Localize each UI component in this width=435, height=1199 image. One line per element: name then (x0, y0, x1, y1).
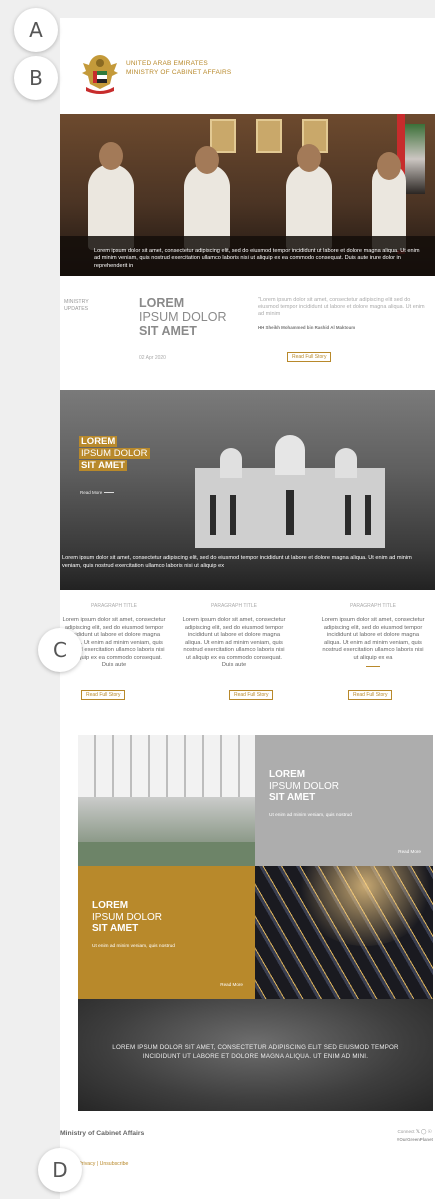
person-head (99, 142, 123, 170)
read-more-link[interactable]: Read More (80, 490, 114, 495)
flag (405, 124, 425, 194)
annotation-marker-d: D (38, 1148, 82, 1192)
updates-quote: "Lorem ipsum dolor sit amet, consectetur… (258, 297, 425, 317)
annotation-marker-c: C (38, 628, 82, 672)
feature-headline-line1: LOREM (79, 436, 118, 447)
tile-title-line3: SIT AMET (92, 923, 139, 934)
banner-image[interactable]: LOREM IPSUM DOLOR SIT AMET, CONSECTETUR … (78, 999, 433, 1111)
paragraph-column: PARAGRAPH TITLE Lorem ipsum dolor sit am… (321, 603, 425, 667)
updates-date: 02 Apr 2020 (139, 355, 166, 361)
window (230, 495, 236, 535)
read-full-story-button[interactable]: Read Full Story (81, 690, 126, 700)
feature-headline-line2: IPSUM DOLOR (79, 448, 150, 459)
updates-title-line2: IPSUM DOLOR (139, 310, 227, 324)
paragraph-title: PARAGRAPH TITLE (350, 603, 396, 609)
updates-title-line3: SIT AMET (139, 324, 197, 338)
email-page: UNITED ARAB EMIRATES MINISTRY OF CABINET… (60, 18, 435, 1199)
dome (220, 448, 242, 478)
hall-columns (78, 735, 255, 797)
tile-title-line3: SIT AMET (269, 792, 316, 803)
org-name-line1: UNITED ARAB EMIRATES (126, 60, 208, 67)
tile-title: LOREM IPSUM DOLOR SIT AMET (269, 769, 339, 804)
read-more-link[interactable]: Read More (398, 849, 421, 854)
window (210, 495, 216, 535)
wall-portrait (256, 119, 282, 153)
arrow-line-icon (103, 492, 114, 494)
sunlight-glow (295, 866, 433, 946)
hero-image[interactable]: Lorem ipsum dolor sit amet, consectetur … (60, 114, 435, 276)
updates-title-line1: LOREM (139, 296, 185, 310)
uae-emblem-icon (82, 55, 118, 94)
annotation-marker-b: B (14, 56, 58, 100)
window (365, 495, 371, 535)
read-full-story-button[interactable]: Read Full Story (229, 690, 274, 700)
footer-hashtag[interactable]: #OurGreenPlanet (397, 1137, 433, 1142)
connect-label: Connect (397, 1129, 415, 1134)
tile-title-line1: LOREM (269, 769, 306, 780)
paragraph-body: Lorem ipsum dolor sit amet, consectetur … (321, 617, 425, 661)
section-label-line1: MINISTRY (64, 299, 89, 305)
footer-ministry-name: Ministry of Cabinet Affairs (60, 1130, 145, 1137)
accent-underline (366, 666, 380, 667)
facebook-icon[interactable]: ☉ (428, 1129, 433, 1135)
paragraph-column: PARAGRAPH TITLE Lorem ipsum dolor sit am… (182, 603, 286, 670)
carpet (78, 842, 255, 866)
person-head (195, 146, 219, 174)
tile-subtitle: Ut enim ad minim veniam, quis nostrud (269, 813, 352, 818)
updates-title: LOREM IPSUM DOLOR SIT AMET (139, 296, 227, 338)
section-label-line2: UPDATES (64, 306, 89, 312)
org-name: UNITED ARAB EMIRATES MINISTRY OF CABINET… (126, 59, 231, 77)
gold-promo-tile[interactable]: LOREM IPSUM DOLOR SIT AMET Ut enim ad mi… (78, 866, 255, 999)
dome (335, 448, 357, 478)
read-more-link[interactable]: Read More (220, 982, 243, 987)
read-full-story-button[interactable]: Read Full Story (287, 352, 332, 362)
footer-connect: Connect 𝕏◯☉ (397, 1129, 433, 1135)
feature-headline-line3: SIT AMET (79, 460, 127, 471)
tile-title-line2: IPSUM DOLOR (92, 911, 163, 923)
paragraph-body: Lorem ipsum dolor sit amet, consectetur … (182, 617, 286, 668)
org-name-line2: MINISTRY OF CABINET AFFAIRS (126, 69, 232, 76)
window (286, 490, 294, 535)
grey-promo-tile[interactable]: LOREM IPSUM DOLOR SIT AMET Ut enim ad mi… (255, 735, 433, 866)
paragraph-title: PARAGRAPH TITLE (211, 603, 257, 609)
tile-title-line1: LOREM (92, 900, 129, 911)
tile-title-line2: IPSUM DOLOR (269, 780, 340, 792)
window (345, 495, 351, 535)
read-full-story-button[interactable]: Read Full Story (348, 690, 393, 700)
dome (275, 435, 305, 475)
read-more-label: Read More (80, 490, 103, 495)
feature-headline: LOREM IPSUM DOLOR SIT AMET (79, 436, 150, 472)
banner-text: LOREM IPSUM DOLOR SIT AMET, CONSECTETUR … (112, 1044, 399, 1060)
section-label: MINISTRY UPDATES (64, 299, 89, 313)
hero-caption: Lorem ipsum dolor sit amet, consectetur … (94, 247, 420, 269)
quote-author: HH Sheikh Mohammed bin Rashid Al Maktoum (258, 325, 356, 330)
solar-panels-image[interactable] (255, 866, 433, 999)
paragraph-title: PARAGRAPH TITLE (91, 603, 137, 609)
person-head (377, 152, 401, 180)
tile-title: LOREM IPSUM DOLOR SIT AMET (92, 900, 162, 935)
instagram-icon[interactable]: ◯ (421, 1129, 428, 1135)
annotation-marker-a: A (14, 8, 58, 52)
person-head (297, 144, 321, 172)
feature-caption: Lorem ipsum dolor sit amet, consectetur … (62, 555, 412, 569)
group-photo-image[interactable] (78, 735, 255, 866)
tile-subtitle: Ut enim ad minim veniam, quis nostrud (92, 944, 175, 949)
feature-image[interactable]: LOREM IPSUM DOLOR SIT AMET Read More Lor… (60, 390, 435, 590)
